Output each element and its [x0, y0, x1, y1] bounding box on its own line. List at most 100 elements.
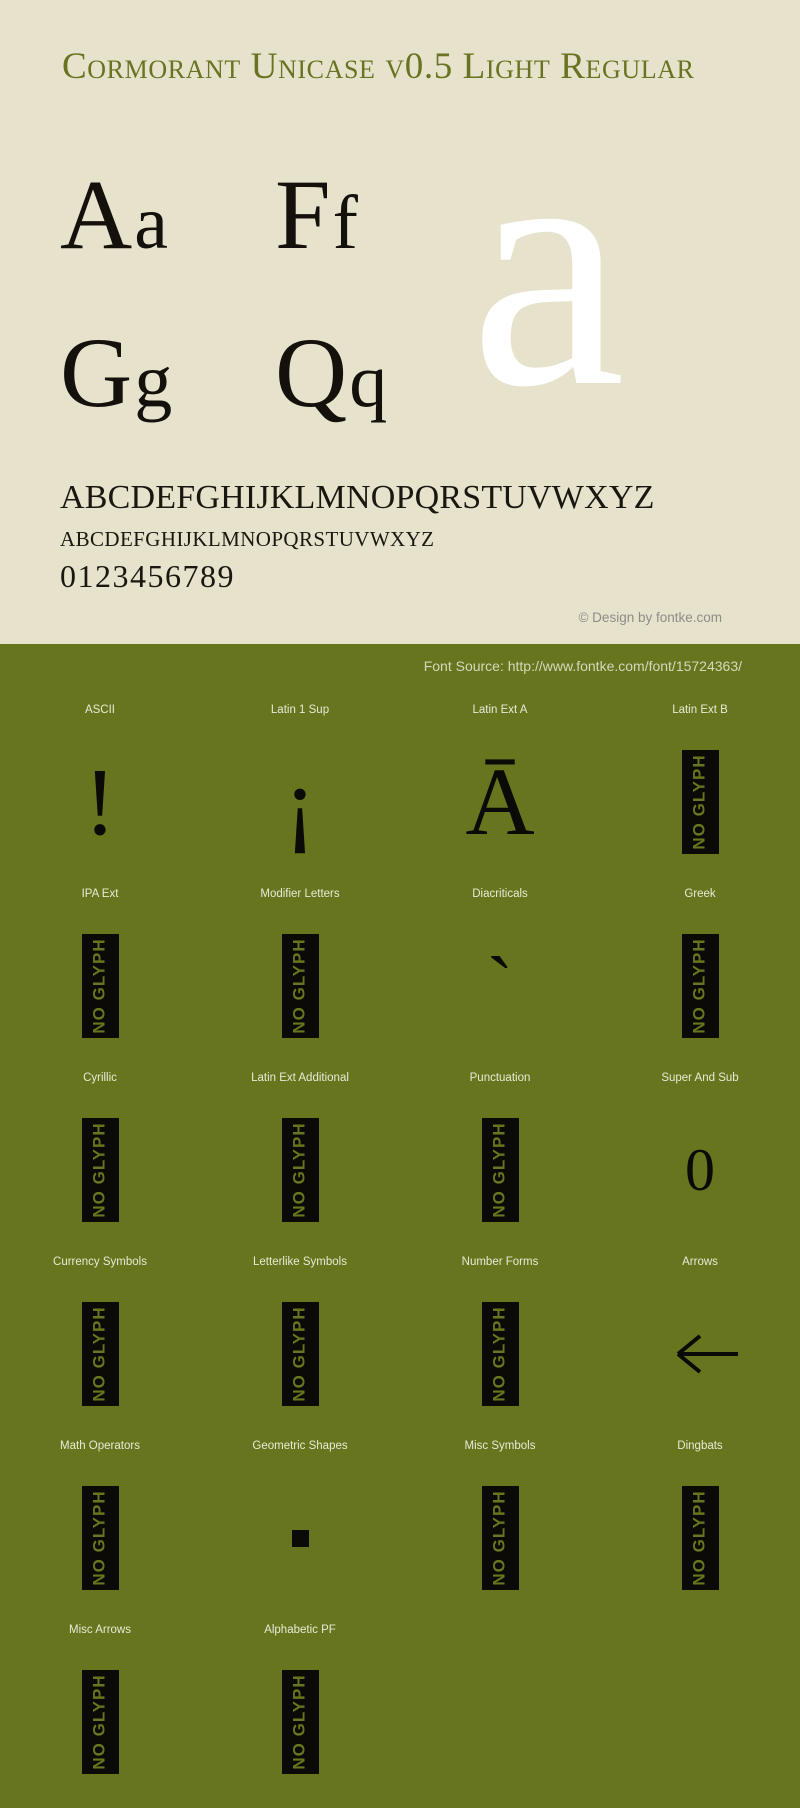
- block-sample: NO GLYPH: [0, 1088, 200, 1252]
- glyph-pair-q: Qq: [275, 318, 490, 436]
- block-sample: 0: [600, 1088, 800, 1252]
- unicode-block-cell: Number Forms NO GLYPH: [400, 1252, 600, 1436]
- no-glyph-label: NO GLYPH: [490, 1490, 510, 1586]
- block-sample: NO GLYPH: [0, 1456, 200, 1620]
- glyph-uppercase: A: [60, 159, 135, 270]
- block-sample: NO GLYPH: [0, 1272, 200, 1436]
- block-sample-glyph: ˋ: [486, 942, 514, 1030]
- font-source-link[interactable]: Font Source: http://www.fontke.com/font/…: [424, 658, 742, 674]
- block-label: Latin Ext Additional: [251, 1072, 349, 1084]
- block-sample: NO GLYPH: [600, 720, 800, 884]
- no-glyph-label: NO GLYPH: [490, 1306, 510, 1402]
- sample-glyph-row: Gg Qq: [60, 318, 490, 476]
- design-credit: © Design by fontke.com: [578, 610, 722, 625]
- block-sample: NO GLYPH: [400, 1272, 600, 1436]
- block-sample: NO GLYPH: [200, 1640, 400, 1804]
- block-label: Misc Arrows: [69, 1624, 131, 1636]
- unicode-block-cell: Punctuation NO GLYPH: [400, 1068, 600, 1252]
- unicode-block-cell-empty: [400, 1620, 600, 1804]
- block-label: ASCII: [84, 704, 116, 716]
- block-sample-glyph: Ā: [465, 748, 535, 855]
- block-sample: NO GLYPH: [0, 904, 200, 1068]
- block-sample: ˋ: [400, 904, 600, 1068]
- block-label: Geometric Shapes: [252, 1440, 348, 1452]
- no-glyph-badge: NO GLYPH: [481, 1486, 519, 1590]
- unicode-block-cell: Latin Ext Additional NO GLYPH: [200, 1068, 400, 1252]
- block-label: Alphabetic PF: [264, 1624, 336, 1636]
- no-glyph-label: NO GLYPH: [90, 938, 110, 1034]
- unicode-block-cell: Super And Sub 0: [600, 1068, 800, 1252]
- no-glyph-label: NO GLYPH: [90, 1490, 110, 1586]
- block-sample: [400, 1640, 600, 1804]
- block-label: Number Forms: [461, 1256, 539, 1268]
- block-label: Arrows: [682, 1256, 718, 1268]
- no-glyph-label: NO GLYPH: [690, 754, 710, 850]
- block-label: Letterlike Symbols: [253, 1256, 347, 1268]
- no-glyph-label: NO GLYPH: [490, 1122, 510, 1218]
- unicode-block-cell: Math Operators NO GLYPH: [0, 1436, 200, 1620]
- block-sample: ¡: [200, 720, 400, 884]
- no-glyph-badge: NO GLYPH: [281, 1302, 319, 1406]
- block-sample-glyph: ¡: [284, 748, 316, 855]
- no-glyph-label: NO GLYPH: [90, 1674, 110, 1770]
- block-label: Cyrillic: [83, 1072, 117, 1084]
- sample-glyph-grid: Aa Ff Gg Qq: [60, 160, 490, 476]
- block-label: Super And Sub: [661, 1072, 739, 1084]
- font-specimen-page: Cormorant Unicase v0.5 Light Regular a A…: [0, 0, 800, 1808]
- unicode-block-cell: IPA Ext NO GLYPH: [0, 884, 200, 1068]
- no-glyph-badge: NO GLYPH: [281, 934, 319, 1038]
- block-label: Currency Symbols: [53, 1256, 147, 1268]
- block-label: Diacriticals: [472, 888, 528, 900]
- block-sample-glyph: !: [84, 748, 116, 855]
- block-label: Modifier Letters: [260, 888, 340, 900]
- no-glyph-label: NO GLYPH: [90, 1306, 110, 1402]
- alphabet-uppercase: ABCDEFGHIJKLMNOPQRSTUVWXYZ: [60, 479, 655, 516]
- block-sample: !: [0, 720, 200, 884]
- block-sample: [600, 1272, 800, 1436]
- glyph-lowercase: a: [134, 181, 170, 265]
- no-glyph-badge: NO GLYPH: [81, 1302, 119, 1406]
- unicode-block-cell: Cyrillic NO GLYPH: [0, 1068, 200, 1252]
- block-sample: NO GLYPH: [200, 904, 400, 1068]
- unicode-block-cell: Alphabetic PF NO GLYPH: [200, 1620, 400, 1804]
- empty-placeholder: [500, 1722, 501, 1723]
- alphabet-samples: ABCDEFGHIJKLMNOPQRSTUVWXYZ abcdefghijklm…: [60, 478, 655, 596]
- unicode-block-cell: Latin Ext B NO GLYPH: [600, 700, 800, 884]
- unicode-block-cell: Diacriticals ˋ: [400, 884, 600, 1068]
- unicode-block-cell: Greek NO GLYPH: [600, 884, 800, 1068]
- no-glyph-badge: NO GLYPH: [681, 750, 719, 854]
- unicode-block-cell: Latin 1 Sup ¡: [200, 700, 400, 884]
- block-sample: [600, 1640, 800, 1804]
- block-label: Dingbats: [677, 1440, 723, 1452]
- no-glyph-badge: NO GLYPH: [281, 1118, 319, 1222]
- glyph-pair-f: Ff: [275, 160, 490, 278]
- block-label: Math Operators: [60, 1440, 140, 1452]
- block-label: Punctuation: [469, 1072, 531, 1084]
- no-glyph-badge: NO GLYPH: [281, 1670, 319, 1774]
- no-glyph-badge: NO GLYPH: [81, 1670, 119, 1774]
- block-sample: [200, 1456, 400, 1620]
- unicode-block-cell-empty: [600, 1620, 800, 1804]
- no-glyph-label: NO GLYPH: [90, 1122, 110, 1218]
- unicode-block-cell: Currency Symbols NO GLYPH: [0, 1252, 200, 1436]
- no-glyph-badge: NO GLYPH: [81, 934, 119, 1038]
- glyph-lowercase: f: [332, 181, 360, 265]
- no-glyph-badge: NO GLYPH: [81, 1486, 119, 1590]
- no-glyph-badge: NO GLYPH: [481, 1118, 519, 1222]
- block-label: Latin 1 Sup: [270, 704, 330, 716]
- no-glyph-badge: NO GLYPH: [481, 1302, 519, 1406]
- no-glyph-label: NO GLYPH: [290, 1122, 310, 1218]
- no-glyph-label: NO GLYPH: [290, 1674, 310, 1770]
- unicode-block-cell: ASCII!: [0, 700, 200, 884]
- no-glyph-badge: NO GLYPH: [81, 1118, 119, 1222]
- glyph-uppercase: G: [60, 317, 135, 428]
- no-glyph-badge: NO GLYPH: [681, 1486, 719, 1590]
- block-sample: NO GLYPH: [400, 1456, 600, 1620]
- glyph-lowercase: q: [349, 339, 390, 423]
- unicode-block-cell: Dingbats NO GLYPH: [600, 1436, 800, 1620]
- block-sample: NO GLYPH: [200, 1088, 400, 1252]
- block-label: Misc Symbols: [464, 1440, 536, 1452]
- large-decorative-glyph: a: [470, 71, 626, 459]
- unicode-block-cell: Misc Symbols NO GLYPH: [400, 1436, 600, 1620]
- block-sample: NO GLYPH: [600, 1456, 800, 1620]
